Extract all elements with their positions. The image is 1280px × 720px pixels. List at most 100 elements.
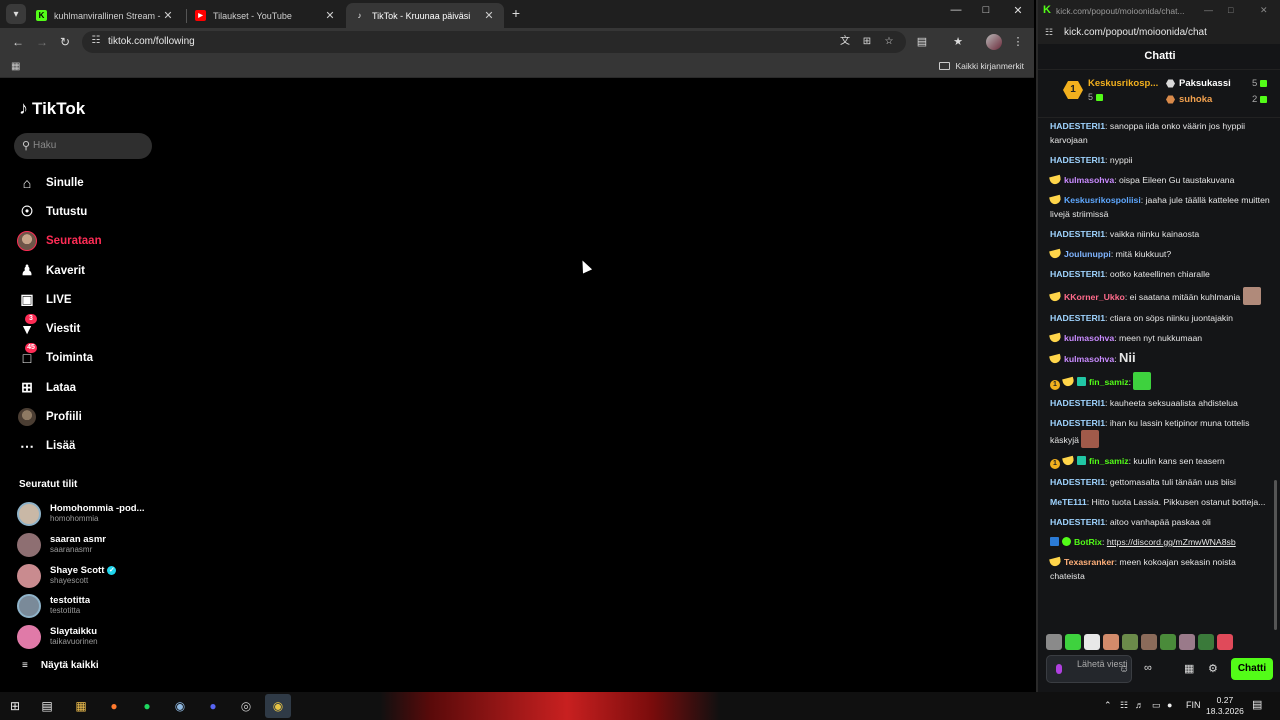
volume-icon[interactable]: ♬ (1135, 700, 1144, 710)
chat-username[interactable]: BotRix (1074, 537, 1102, 547)
leader-second[interactable]: Paksukassi 5 (1166, 78, 1267, 89)
quick-emote-icon[interactable] (1046, 634, 1062, 650)
tab-tiktok[interactable]: ♪ TikTok - Kruunaa päiväsi ✕ (346, 3, 504, 28)
chat-username[interactable]: HADESTERI1 (1050, 155, 1105, 165)
see-all-button[interactable]: ≡ Näytä kaikki (22, 660, 99, 671)
maximize-button[interactable]: □ (1228, 5, 1233, 15)
profile-avatar[interactable] (986, 34, 1002, 50)
nav-toiminta[interactable]: □ 45 Toiminta (17, 343, 157, 373)
chat-username[interactable]: HADESTERI1 (1050, 313, 1105, 323)
chat-username[interactable]: kulmasohva (1064, 333, 1114, 343)
leader-first-name[interactable]: Keskusrikosp... (1088, 78, 1168, 89)
extensions-icon[interactable]: ▤ (914, 34, 930, 50)
tab-youtube[interactable]: ▶ Tilaukset - YouTube ✕ (187, 3, 345, 28)
account-item[interactable]: Homohommia -pod... homohommia (17, 499, 157, 530)
spotify-icon[interactable]: ● (138, 697, 156, 715)
quick-emote-icon[interactable] (1217, 634, 1233, 650)
all-bookmarks-button[interactable]: Kaikki kirjanmerkit (938, 61, 1024, 71)
site-info-icon[interactable]: ☷ (1045, 27, 1053, 38)
reload-button[interactable]: ↻ (57, 34, 73, 50)
firefox-icon[interactable]: ● (105, 697, 123, 715)
quick-emote-icon[interactable] (1122, 634, 1138, 650)
close-tab-icon[interactable]: ✕ (323, 9, 337, 22)
nav-live[interactable]: ▣ LIVE (17, 285, 157, 314)
send-chat-button[interactable]: Chatti (1231, 658, 1273, 680)
chat-username[interactable]: HADESTERI1 (1050, 229, 1105, 239)
chat-username[interactable]: HADESTERI1 (1050, 517, 1105, 527)
emoji-icon[interactable]: ☺ (1119, 664, 1129, 675)
steam-icon[interactable]: ◉ (171, 697, 189, 715)
notification-center-icon[interactable]: ▤ (1252, 698, 1262, 711)
clock[interactable]: 0.27 18.3.2026 (1206, 695, 1244, 717)
nav-sinulle[interactable]: ⌂ Sinulle (17, 168, 157, 197)
close-tab-icon[interactable]: ✕ (482, 9, 496, 22)
close-window-button[interactable]: ✕ (1260, 5, 1268, 16)
close-window-button[interactable]: ✕ (1009, 4, 1027, 17)
nav-viestit[interactable]: ▼ 3 Viestit (17, 314, 157, 343)
search-input[interactable]: ⚲ Haku (14, 133, 152, 159)
obs-icon[interactable]: ◎ (237, 697, 255, 715)
nav-lataa[interactable]: ⊞ Lataa (17, 373, 157, 402)
chat-username[interactable]: fin_samiz (1089, 456, 1129, 466)
tab-kick-stream[interactable]: K kuhlmanvirallinen Stream - Wa ✕ (28, 3, 183, 28)
chat-username[interactable]: fin_samiz (1089, 377, 1129, 387)
translate-icon[interactable]: 文 (838, 35, 852, 49)
bookmark-star-icon[interactable]: ☆ (882, 35, 896, 49)
chat-username[interactable]: HADESTERI1 (1050, 418, 1105, 428)
chat-username[interactable]: HADESTERI1 (1050, 269, 1105, 279)
tray-expand-icon[interactable]: ⌃ (1104, 700, 1112, 711)
account-item[interactable]: saaran asmr saaranasmr (17, 530, 157, 561)
nav-seurataan[interactable]: Seurataan (17, 227, 157, 256)
chat-username[interactable]: HADESTERI1 (1050, 398, 1105, 408)
battery-icon[interactable]: ▭ (1152, 700, 1161, 711)
network-icon[interactable]: ☷ (1120, 700, 1128, 711)
chat-username[interactable]: kulmasohva (1064, 354, 1114, 364)
quick-emote-icon[interactable] (1065, 634, 1081, 650)
mic-icon[interactable] (1056, 664, 1062, 674)
quick-emote-icon[interactable] (1084, 634, 1100, 650)
account-item[interactable]: testotitta testotitta (17, 591, 157, 622)
account-item[interactable]: Shaye Scott ✓ shayescott (17, 560, 157, 591)
bookmarks-icon[interactable]: ★ (950, 34, 966, 50)
quick-emote-icon[interactable] (1160, 634, 1176, 650)
mic-tray-icon[interactable]: ● (1167, 700, 1172, 710)
apps-grid-icon[interactable]: ▦ (11, 61, 22, 72)
install-app-icon[interactable]: ⊞ (860, 35, 874, 49)
nav-profiili[interactable]: Profiili (17, 402, 157, 431)
tiktok-logo[interactable]: ♪ TikTok (19, 98, 85, 119)
chat-username[interactable]: Texasranker (1064, 557, 1115, 567)
nav-lisaa[interactable]: ⋯ Lisää (17, 432, 157, 461)
file-explorer-icon[interactable]: ▦ (72, 697, 90, 715)
quick-emote-icon[interactable] (1103, 634, 1119, 650)
minimize-button[interactable]: — (947, 4, 965, 16)
chat-username[interactable]: MeTE111 (1050, 497, 1087, 507)
chat-link[interactable]: https://discord.gg/mZmwWNA8sb (1107, 537, 1236, 547)
forward-button[interactable]: → (34, 34, 50, 50)
nav-kaverit[interactable]: ♟ Kaverit (17, 256, 157, 285)
chat-username[interactable]: HADESTERI1 (1050, 121, 1105, 131)
close-tab-icon[interactable]: ✕ (161, 9, 175, 22)
chat-username[interactable]: HADESTERI1 (1050, 477, 1105, 487)
chat-username[interactable]: kulmasohva (1064, 175, 1114, 185)
new-tab-button[interactable]: + (508, 5, 524, 21)
task-view-icon[interactable]: ▤ (38, 697, 56, 715)
gift-icon[interactable]: ▦ (1184, 662, 1194, 675)
maximize-button[interactable]: □ (977, 4, 995, 16)
language-indicator[interactable]: FIN (1186, 700, 1201, 710)
site-info-icon[interactable]: ☷ (89, 35, 103, 49)
account-item[interactable]: Slaytaikku taikavuorinen (17, 622, 157, 653)
chat-message-input[interactable]: Lähetä viesti ☺ (1046, 655, 1132, 683)
leader-third[interactable]: suhoka 2 (1166, 94, 1267, 105)
chat-username[interactable]: Joulunuppi (1064, 249, 1111, 259)
windows-start-icon[interactable]: ⊞ (6, 697, 24, 715)
address-bar[interactable]: ☷ tiktok.com/following 文 ⊞ ☆ (82, 31, 906, 53)
discord-icon[interactable]: ● (204, 697, 222, 715)
minimize-button[interactable]: — (1204, 5, 1213, 15)
quick-emote-icon[interactable] (1141, 634, 1157, 650)
popup-address-bar[interactable]: ☷ kick.com/popout/moioonida/chat (1038, 22, 1280, 44)
quick-emote-icon[interactable] (1198, 634, 1214, 650)
chrome-taskbar-icon[interactable]: ◉ (265, 694, 291, 718)
settings-gear-icon[interactable]: ⚙ (1208, 662, 1218, 675)
chat-username[interactable]: KKorner_Ukko (1064, 292, 1125, 302)
chrome-menu-icon[interactable]: ⋮ (1010, 34, 1026, 50)
